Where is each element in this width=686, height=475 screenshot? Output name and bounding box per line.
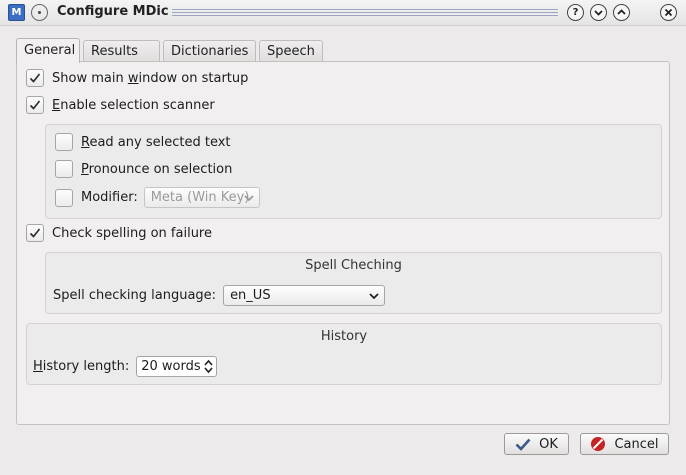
scanner-options-group: Read any selected text Pronounce on sele…: [45, 124, 662, 219]
spell-language-value: en_US: [230, 288, 271, 303]
ok-button[interactable]: OK: [504, 433, 569, 455]
app-icon[interactable]: M: [8, 4, 25, 21]
pronounce-checkbox[interactable]: [55, 160, 73, 178]
spell-language-select[interactable]: en_US: [223, 285, 386, 306]
tab-results[interactable]: Results: [83, 40, 160, 62]
chevron-down-icon: [594, 10, 603, 16]
chevron-down-icon: [244, 195, 254, 202]
enable-scanner-label: Enable selection scanner: [52, 97, 215, 113]
spell-language-row: Spell checking language: en_US: [53, 285, 386, 306]
tab-general[interactable]: General: [16, 38, 80, 63]
cancel-icon: [591, 437, 606, 451]
cancel-label: Cancel: [614, 436, 659, 452]
cancel-button[interactable]: Cancel: [580, 433, 669, 455]
read-selected-label: Read any selected text: [81, 134, 231, 150]
spell-checking-group-title: Spell Cheching: [305, 258, 402, 273]
spell-checking-group: Spell Cheching Spell checking language: …: [45, 252, 662, 314]
window-title: Configure MDic: [57, 4, 169, 19]
check-spelling-option[interactable]: Check spelling on failure: [26, 224, 212, 242]
general-tab-panel: Show main window on startup Enable selec…: [16, 61, 670, 425]
close-icon: [664, 8, 673, 17]
checkmark-icon: [515, 438, 531, 451]
pronounce-label: Pronounce on selection: [81, 161, 233, 177]
history-length-label: History length:: [33, 359, 130, 374]
title-bar-decoration: [172, 9, 558, 16]
enable-scanner-checkbox[interactable]: [26, 96, 44, 114]
read-selected-option[interactable]: Read any selected text: [55, 133, 231, 151]
show-main-window-label: Show main window on startup: [52, 70, 249, 86]
modifier-value: Meta (Win Key): [150, 190, 250, 205]
enable-scanner-option[interactable]: Enable selection scanner: [26, 96, 215, 114]
check-spelling-checkbox[interactable]: [26, 224, 44, 242]
help-button[interactable]: ?: [567, 4, 584, 21]
check-icon: [29, 228, 41, 238]
history-group: History History length: 20 words: [26, 323, 662, 385]
check-icon: [29, 73, 41, 83]
pronounce-option[interactable]: Pronounce on selection: [55, 160, 232, 178]
spell-language-label: Spell checking language:: [53, 288, 217, 303]
title-bar[interactable]: M Configure MDic ?: [0, 0, 686, 26]
ok-label: OK: [539, 436, 558, 452]
spin-arrows-icon[interactable]: [204, 359, 213, 374]
history-group-title: History: [320, 329, 368, 344]
maximize-button[interactable]: [613, 4, 630, 21]
chevron-down-icon: [369, 293, 379, 300]
help-icon: ?: [572, 7, 579, 18]
window-menu-icon[interactable]: [31, 4, 48, 21]
show-main-window-option[interactable]: Show main window on startup: [26, 69, 248, 87]
check-spelling-label: Check spelling on failure: [52, 225, 212, 241]
tab-dictionaries[interactable]: Dictionaries: [163, 40, 256, 62]
modifier-select[interactable]: Meta (Win Key): [143, 187, 260, 208]
history-length-row: History length: 20 words: [33, 356, 218, 377]
history-length-value: 20 words: [141, 359, 201, 374]
chevron-up-icon: [617, 9, 626, 15]
read-selected-checkbox[interactable]: [55, 133, 73, 151]
history-length-spinbox[interactable]: 20 words: [136, 356, 218, 377]
close-button[interactable]: [660, 4, 677, 21]
modifier-checkbox[interactable]: [55, 188, 73, 207]
modifier-option[interactable]: Modifier: Meta (Win Key): [55, 187, 260, 208]
minimize-button[interactable]: [590, 4, 607, 21]
show-main-window-checkbox[interactable]: [26, 69, 44, 87]
tab-speech[interactable]: Speech: [259, 40, 323, 62]
modifier-label: Modifier:: [81, 190, 138, 205]
check-icon: [29, 100, 41, 110]
